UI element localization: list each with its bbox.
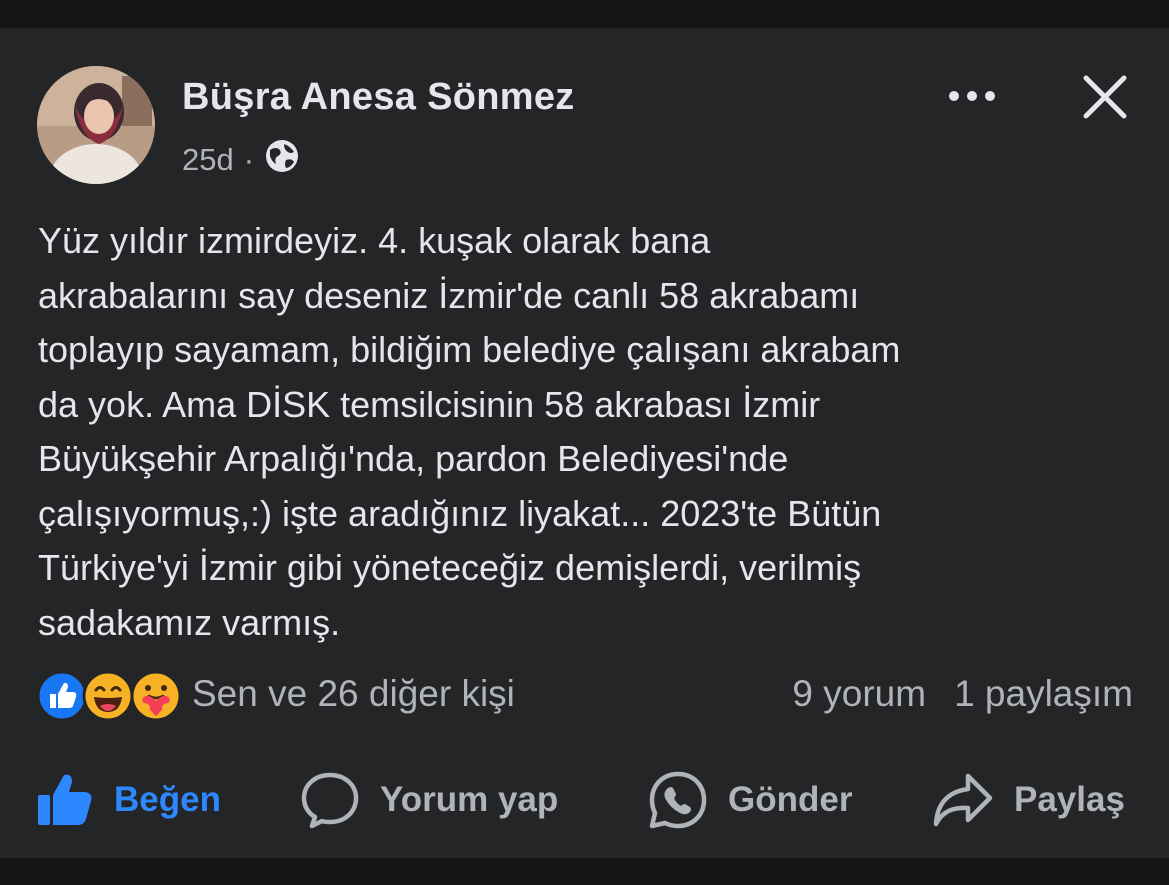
care-icon [130, 670, 182, 722]
close-button[interactable] [1080, 72, 1130, 122]
send-button[interactable]: Gönder [648, 768, 852, 832]
share-button[interactable]: Paylaş [932, 768, 1125, 832]
share-icon [933, 773, 993, 827]
post-card: Büşra Anesa Sönmez 25d · Yüz yıldır izmi… [0, 28, 1169, 858]
share-count[interactable]: 1 paylaşım [954, 673, 1133, 715]
comment-label: Yorum yap [380, 780, 559, 819]
like-label: Beğen [114, 780, 221, 819]
comment-button[interactable]: Yorum yap [300, 768, 558, 832]
more-icon [949, 91, 995, 101]
reaction-icons [36, 668, 184, 722]
comment-icon [301, 772, 359, 829]
post-body: Yüz yıldır izmirdeyiz. 4. kuşak olarak b… [38, 220, 901, 643]
author-name[interactable]: Büşra Anesa Sönmez [182, 76, 575, 119]
meta-separator: · [243, 142, 255, 177]
avatar[interactable] [37, 66, 155, 184]
like-icon [36, 670, 88, 722]
post-meta: 25d · [182, 138, 300, 182]
whatsapp-icon [649, 771, 707, 829]
reactions-summary[interactable]: Sen ve 26 diğer kişi [36, 668, 515, 722]
send-label: Gönder [728, 780, 853, 819]
engagement-counts: 9 yorum 1 paylaşım [792, 668, 1133, 720]
more-options-button[interactable] [944, 78, 1000, 114]
action-bar: Beğen Yorum yap Gönder Paylaş [0, 768, 1169, 832]
reaction-summary-text[interactable]: Sen ve 26 diğer kişi [192, 673, 515, 715]
globe-icon [264, 138, 300, 182]
comment-count[interactable]: 9 yorum [792, 673, 926, 715]
post-time[interactable]: 25d [182, 142, 234, 178]
thumbs-up-icon [38, 774, 92, 825]
close-icon [1083, 75, 1127, 119]
laugh-icon [82, 670, 134, 722]
like-button[interactable]: Beğen [36, 768, 221, 832]
share-label: Paylaş [1014, 780, 1125, 819]
